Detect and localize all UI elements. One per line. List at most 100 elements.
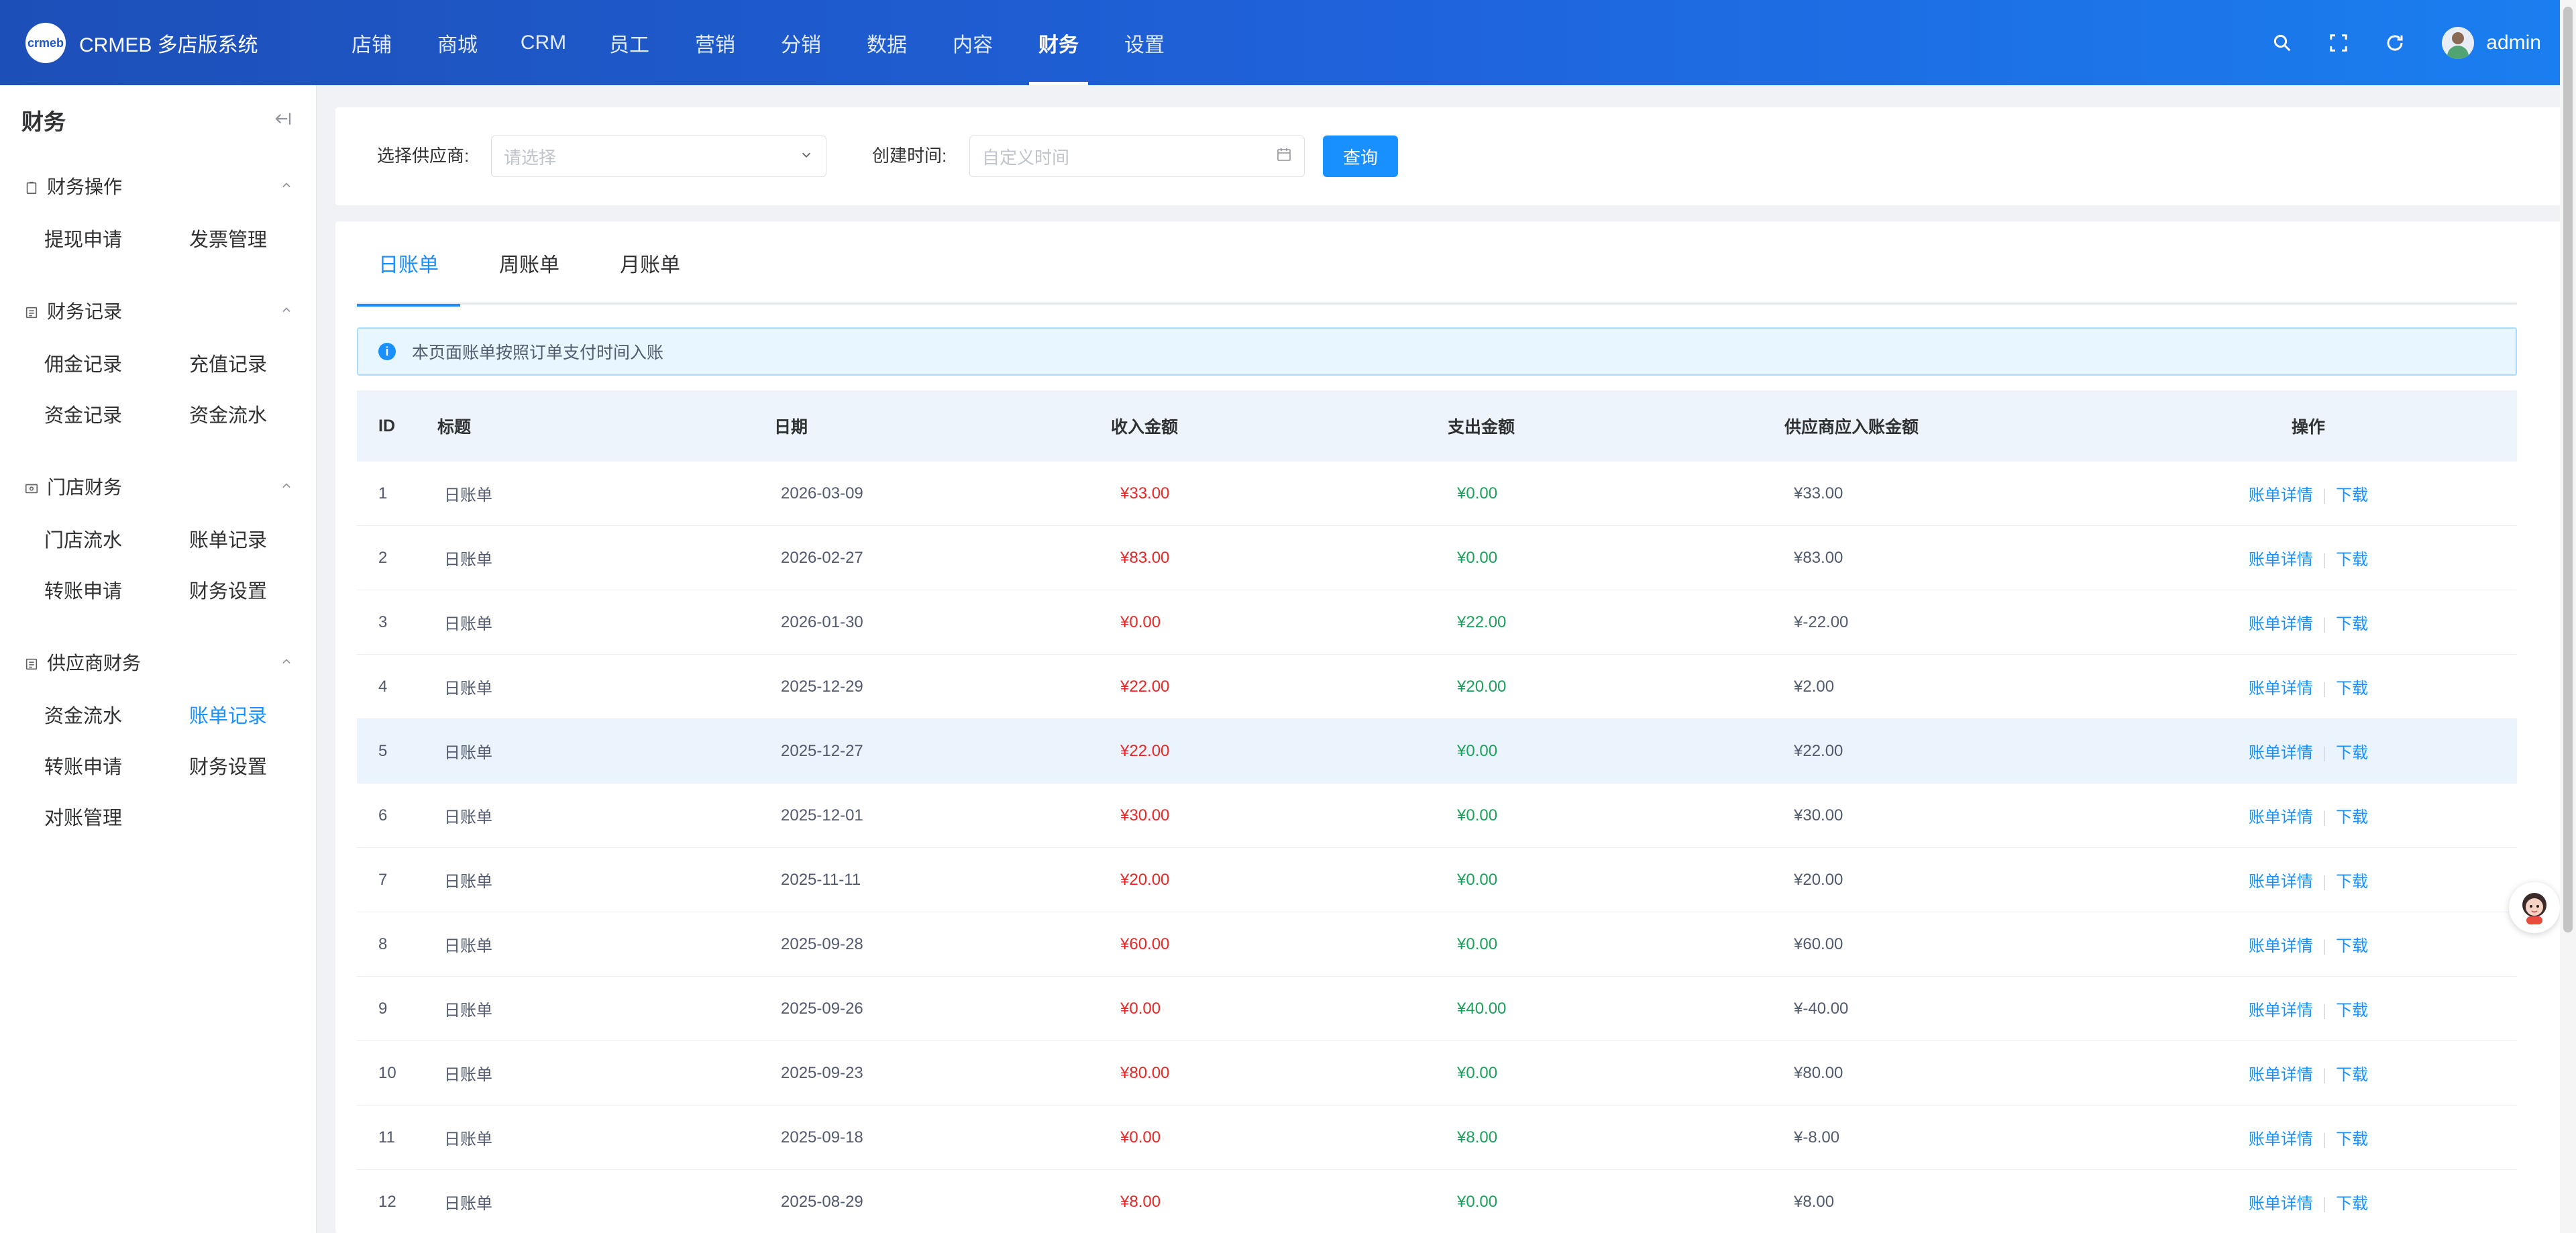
bill-table: ID 标题 日期 收入金额 支出金额 供应商应入账金额 操作 1 日账单 2026-03-09 ¥… xyxy=(357,390,2517,1233)
fullscreen-icon[interactable] xyxy=(2310,15,2367,71)
sidebar-item[interactable]: 充值记录 xyxy=(189,337,334,388)
chevron-down-icon xyxy=(799,146,814,167)
sidebar-item[interactable]: 账单记录 xyxy=(189,513,334,564)
sidebar-item[interactable]: 财务设置 xyxy=(189,740,334,791)
nav-item-7[interactable]: 内容 xyxy=(930,0,1016,85)
sidebar-group-0: 财务操作 提现申请 发票管理 xyxy=(0,159,316,280)
nav-item-6[interactable]: 数据 xyxy=(844,0,930,85)
bill-detail-link[interactable]: 账单详情 xyxy=(2249,937,2313,955)
collapse-sidebar-icon[interactable] xyxy=(273,109,293,132)
sidebar-item[interactable]: 财务设置 xyxy=(189,564,334,615)
tab-2[interactable]: 月账单 xyxy=(620,221,680,305)
tab-0[interactable]: 日账单 xyxy=(357,221,460,307)
bill-detail-link[interactable]: 账单详情 xyxy=(2249,1066,2313,1084)
cell-expense: ¥0.00 xyxy=(1457,548,1498,567)
download-link[interactable]: 下载 xyxy=(2336,1066,2368,1084)
sidebar-item[interactable]: 门店流水 xyxy=(44,513,189,564)
sidebar-item[interactable]: 转账申请 xyxy=(44,564,189,615)
nav-item-3[interactable]: 员工 xyxy=(586,0,672,85)
sidebar-item[interactable]: 资金流水 xyxy=(44,689,189,740)
bill-detail-link[interactable]: 账单详情 xyxy=(2249,808,2313,826)
cell-title: 日账单 xyxy=(444,486,492,504)
table-header: ID 标题 日期 收入金额 支出金额 供应商应入账金额 操作 xyxy=(357,390,2517,462)
cell-title: 日账单 xyxy=(444,873,492,891)
nav-item-1[interactable]: 商城 xyxy=(415,0,500,85)
cell-date: 2025-11-11 xyxy=(781,870,861,889)
column-header: ID xyxy=(378,416,395,435)
bill-detail-link[interactable]: 账单详情 xyxy=(2249,1002,2313,1020)
sidebar-item[interactable]: 资金流水 xyxy=(189,388,334,439)
download-link[interactable]: 下载 xyxy=(2336,1130,2368,1148)
page-scrollbar[interactable] xyxy=(2560,0,2576,1233)
cell-actions: 账单详情 | 下载 xyxy=(2100,1126,2517,1149)
tab-1[interactable]: 周账单 xyxy=(499,221,559,305)
bill-detail-link[interactable]: 账单详情 xyxy=(2249,615,2313,633)
bill-detail-link[interactable]: 账单详情 xyxy=(2249,1130,2313,1148)
bill-detail-link[interactable]: 账单详情 xyxy=(2249,680,2313,698)
download-link[interactable]: 下载 xyxy=(2336,615,2368,633)
sidebar-group-label: 门店财务 xyxy=(47,477,123,498)
nav-item-0[interactable]: 店铺 xyxy=(329,0,415,85)
cell-due: ¥33.00 xyxy=(1794,484,1843,502)
app-logo[interactable]: crmeb CRMEB 多店版系统 xyxy=(25,23,258,63)
download-link[interactable]: 下载 xyxy=(2336,1002,2368,1020)
action-divider: | xyxy=(2322,486,2327,504)
cell-id: 4 xyxy=(378,677,388,696)
nav-item-2[interactable]: CRM xyxy=(500,0,586,85)
sidebar-group-header[interactable]: 门店财务 xyxy=(0,460,316,513)
supplier-select[interactable]: 请选择 xyxy=(491,136,826,177)
table-row: 5 日账单 2025-12-27 ¥22.00 ¥0.00 ¥22.00 账单详情 | 下载 xyxy=(357,719,2517,784)
refresh-icon[interactable] xyxy=(2367,15,2423,71)
download-link[interactable]: 下载 xyxy=(2336,937,2368,955)
scrollbar-thumb[interactable] xyxy=(2563,7,2573,932)
download-link[interactable]: 下载 xyxy=(2336,1195,2368,1213)
sidebar-item[interactable]: 对账管理 xyxy=(44,791,189,842)
table-row: 1 日账单 2026-03-09 ¥33.00 ¥0.00 ¥33.00 账单详情 | 下载 xyxy=(357,462,2517,526)
cell-due: ¥2.00 xyxy=(1794,677,1835,696)
cell-id: 12 xyxy=(378,1192,396,1211)
bill-detail-link[interactable]: 账单详情 xyxy=(2249,486,2313,504)
time-label: 创建时间: xyxy=(872,146,947,166)
download-link[interactable]: 下载 xyxy=(2336,680,2368,698)
download-link[interactable]: 下载 xyxy=(2336,744,2368,762)
sidebar-item[interactable]: 提现申请 xyxy=(44,213,189,264)
nav-item-5[interactable]: 分销 xyxy=(758,0,844,85)
bill-detail-link[interactable]: 账单详情 xyxy=(2249,551,2313,569)
search-icon[interactable] xyxy=(2254,15,2310,71)
chevron-up-icon xyxy=(280,300,293,321)
sidebar-item[interactable]: 转账申请 xyxy=(44,740,189,791)
cell-income: ¥33.00 xyxy=(1120,484,1170,502)
sidebar-group-header[interactable]: 供应商财务 xyxy=(0,635,316,689)
time-picker[interactable]: 自定义时间 xyxy=(969,136,1305,177)
download-link[interactable]: 下载 xyxy=(2336,808,2368,826)
sidebar-item[interactable]: 发票管理 xyxy=(189,213,334,264)
username[interactable]: admin xyxy=(2486,32,2541,54)
nav-item-8[interactable]: 财务 xyxy=(1016,0,1102,85)
bill-detail-link[interactable]: 账单详情 xyxy=(2249,1195,2313,1213)
bill-tabs: 日账单 周账单 月账单 xyxy=(357,221,2517,307)
sidebar-item[interactable]: 佣金记录 xyxy=(44,337,189,388)
top-nav: 店铺 商城 CRM 员工 营销 分销 数据 内容 财务 设置 xyxy=(329,0,1187,85)
bill-detail-link[interactable]: 账单详情 xyxy=(2249,873,2313,891)
cell-date: 2025-12-29 xyxy=(781,677,863,696)
cell-title: 日账单 xyxy=(444,615,492,633)
user-avatar[interactable] xyxy=(2442,26,2475,59)
sidebar-group-header[interactable]: 财务操作 xyxy=(0,159,316,213)
cell-title: 日账单 xyxy=(444,680,492,698)
cell-actions: 账单详情 | 下载 xyxy=(2100,997,2517,1020)
chevron-up-icon xyxy=(280,651,293,673)
bill-detail-link[interactable]: 账单详情 xyxy=(2249,744,2313,762)
download-link[interactable]: 下载 xyxy=(2336,551,2368,569)
customer-service-icon[interactable] xyxy=(2509,882,2560,933)
action-divider: | xyxy=(2322,1002,2327,1020)
nav-item-9[interactable]: 设置 xyxy=(1102,0,1187,85)
download-link[interactable]: 下载 xyxy=(2336,486,2368,504)
sidebar-group-header[interactable]: 财务记录 xyxy=(0,284,316,337)
nav-item-4[interactable]: 营销 xyxy=(672,0,758,85)
sidebar-item[interactable]: 资金记录 xyxy=(44,388,189,439)
cell-expense: ¥0.00 xyxy=(1457,934,1498,953)
table-row: 8 日账单 2025-09-28 ¥60.00 ¥0.00 ¥60.00 账单详情 | 下载 xyxy=(357,912,2517,977)
sidebar-item[interactable]: 账单记录 xyxy=(189,689,334,740)
download-link[interactable]: 下载 xyxy=(2336,873,2368,891)
query-button[interactable]: 查询 xyxy=(1323,136,1398,177)
